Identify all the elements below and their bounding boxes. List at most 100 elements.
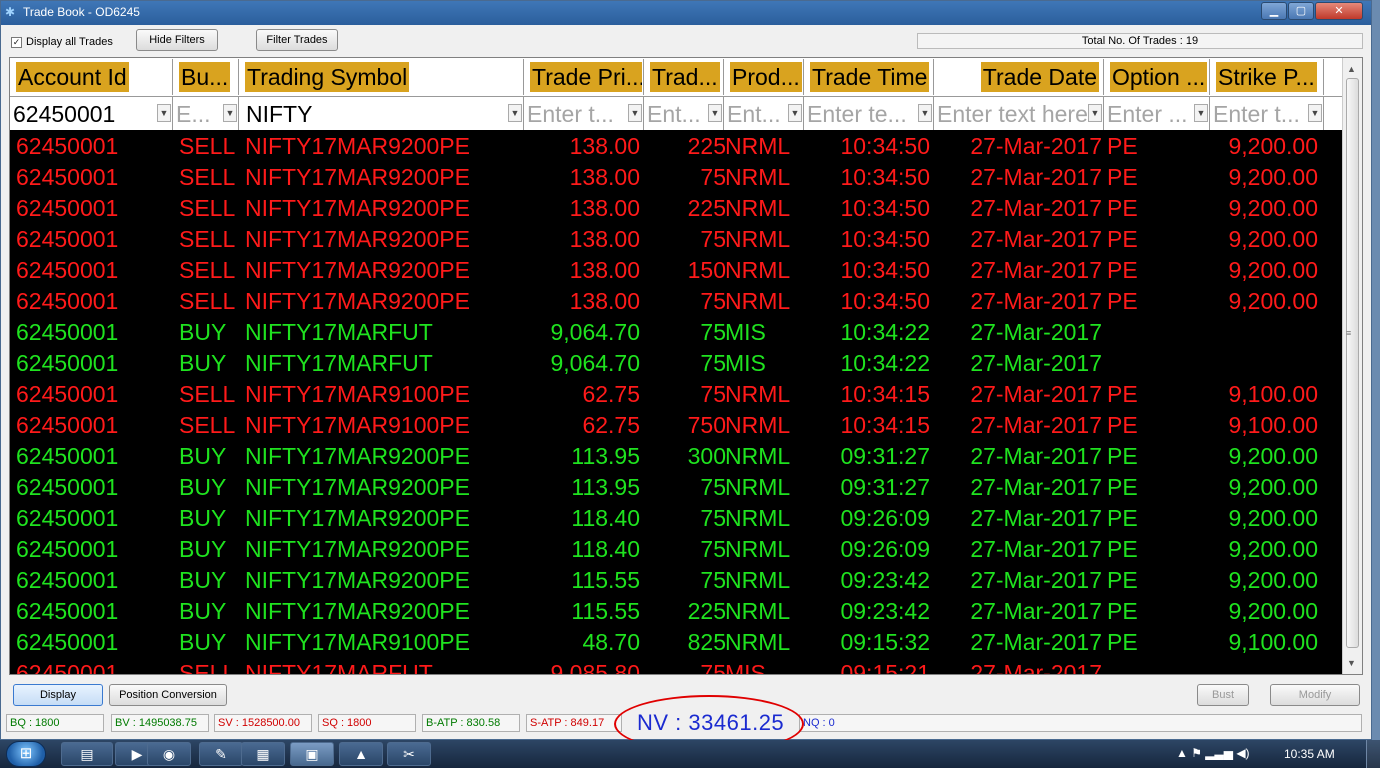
- system-tray[interactable]: ▲ ⚑ ▂▃▅ ◀): [1176, 746, 1250, 760]
- scroll-thumb[interactable]: [1346, 78, 1359, 648]
- column-header-time[interactable]: Trade Time: [804, 59, 934, 95]
- filter-funnel-icon[interactable]: ▼: [788, 104, 802, 122]
- table-row[interactable]: 62450001 SELL NIFTY17MAR9100PE 62.75 75 NRML 1…: [10, 379, 1342, 410]
- minimize-button[interactable]: ▁: [1261, 2, 1287, 20]
- show-desktop-button[interactable]: [1366, 740, 1380, 768]
- hide-filters-button[interactable]: Hide Filters: [136, 29, 218, 51]
- vertical-scrollbar[interactable]: ▲ ≡ ▼: [1342, 58, 1362, 674]
- table-row[interactable]: 62450001 BUY NIFTY17MAR9200PE 113.95 300 NRML…: [10, 441, 1342, 472]
- cell-symbol: NIFTY17MAR9200PE: [245, 567, 470, 593]
- filter-input-price[interactable]: Enter t...: [527, 99, 614, 129]
- column-header-qty[interactable]: Trad...: [644, 59, 724, 95]
- table-row[interactable]: 62450001 BUY NIFTY17MARFUT 9,064.70 75 MIS 10:…: [10, 317, 1342, 348]
- cell-side: SELL: [179, 412, 236, 438]
- filter-funnel-icon[interactable]: ▼: [223, 104, 237, 122]
- table-row[interactable]: 62450001 BUY NIFTY17MAR9200PE 113.95 75 NRML 0…: [10, 472, 1342, 503]
- table-row[interactable]: 62450001 SELL NIFTY17MAR9200PE 138.00 75 NRML…: [10, 224, 1342, 255]
- close-button[interactable]: ✕: [1315, 2, 1363, 20]
- cell-symbol: NIFTY17MAR9200PE: [245, 288, 470, 314]
- filter-cell-time[interactable]: Enter te... ▼: [804, 97, 934, 130]
- filter-cell-price[interactable]: Enter t... ▼: [524, 97, 644, 130]
- table-row[interactable]: 62450001 BUY NIFTY17MAR9200PE 115.55 225 NRML…: [10, 596, 1342, 627]
- triangle-app-icon[interactable]: ▲: [339, 742, 383, 766]
- excel-icon[interactable]: ▦: [241, 742, 285, 766]
- folder-icon[interactable]: ▤: [61, 742, 113, 766]
- filter-cell-product[interactable]: Ent... ▼: [724, 97, 804, 130]
- windows-start-icon[interactable]: ⊞: [6, 741, 46, 767]
- cell-date: 27-Mar-2017: [970, 412, 1102, 438]
- display-button[interactable]: Display: [13, 684, 103, 706]
- cell-price: 138.00: [569, 257, 640, 283]
- filter-funnel-icon[interactable]: ▼: [1308, 104, 1322, 122]
- column-header-date[interactable]: Trade Date: [934, 59, 1104, 95]
- filter-cell-qty[interactable]: Ent... ▼: [644, 97, 724, 130]
- column-header-strike[interactable]: Strike P...: [1210, 59, 1324, 95]
- cell-time: 09:26:09: [840, 505, 930, 531]
- table-row[interactable]: 62450001 BUY NIFTY17MARFUT 9,064.70 75 MIS 10:…: [10, 348, 1342, 379]
- table-row[interactable]: 62450001 SELL NIFTY17MAR9200PE 138.00 150 NRM…: [10, 255, 1342, 286]
- scroll-down-icon[interactable]: ▼: [1347, 658, 1356, 668]
- chrome-icon[interactable]: ◉: [147, 742, 191, 766]
- filter-cell-account[interactable]: 62450001 ▼: [10, 97, 173, 130]
- cell-time: 10:34:50: [840, 133, 930, 159]
- filter-funnel-icon[interactable]: ▼: [1088, 104, 1102, 122]
- clock[interactable]: 10:35 AM: [1284, 747, 1335, 761]
- column-header-account[interactable]: Account Id: [10, 59, 173, 95]
- cell-side: SELL: [179, 288, 236, 314]
- cell-strike: 9,200.00: [1228, 226, 1318, 252]
- scroll-up-icon[interactable]: ▲: [1347, 64, 1356, 74]
- column-header-label: Trad...: [650, 62, 720, 92]
- table-row[interactable]: 62450001 BUY NIFTY17MAR9200PE 115.55 75 NRML 0…: [10, 565, 1342, 596]
- maximize-button[interactable]: ▢: [1288, 2, 1314, 20]
- table-row[interactable]: 62450001 SELL NIFTY17MAR9200PE 138.00 225 NRM…: [10, 131, 1342, 162]
- table-row[interactable]: 62450001 SELL NIFTY17MAR9100PE 62.75 750 NRML…: [10, 410, 1342, 441]
- filter-funnel-icon[interactable]: ▼: [918, 104, 932, 122]
- filter-funnel-icon[interactable]: ▼: [1194, 104, 1208, 122]
- cell-time: 10:34:15: [840, 381, 930, 407]
- table-row[interactable]: 62450001 BUY NIFTY17MAR9100PE 48.70 825 NRML 0…: [10, 627, 1342, 658]
- cell-time: 10:34:50: [840, 288, 930, 314]
- filter-cell-strike[interactable]: Enter t... ▼: [1210, 97, 1324, 130]
- table-row[interactable]: 62450001 SELL NIFTY17MARFUT 9,085.80 75 MIS 09…: [10, 658, 1342, 675]
- filter-trades-button[interactable]: Filter Trades: [256, 29, 338, 51]
- filter-funnel-icon[interactable]: ▼: [508, 104, 522, 122]
- filter-cell-side[interactable]: E... ▼: [173, 97, 239, 130]
- filter-funnel-icon[interactable]: ▼: [628, 104, 642, 122]
- table-row[interactable]: 62450001 BUY NIFTY17MAR9200PE 118.40 75 NRML 0…: [10, 534, 1342, 565]
- filter-input-qty[interactable]: Ent...: [647, 99, 701, 129]
- cell-side: SELL: [179, 226, 236, 252]
- column-header-side[interactable]: Bu...: [173, 59, 239, 95]
- paint-icon[interactable]: ✎: [199, 742, 243, 766]
- filter-input-time[interactable]: Enter te...: [807, 99, 907, 129]
- snipping-tool-icon[interactable]: ✂: [387, 742, 431, 766]
- filter-input-side[interactable]: E...: [176, 99, 211, 129]
- filter-input-strike[interactable]: Enter t...: [1213, 99, 1300, 129]
- cell-account: 62450001: [16, 660, 119, 675]
- column-header-price[interactable]: Trade Pri...: [524, 59, 644, 95]
- table-row[interactable]: 62450001 SELL NIFTY17MAR9200PE 138.00 75 NRML…: [10, 162, 1342, 193]
- modify-button[interactable]: Modify: [1270, 684, 1360, 706]
- filter-cell-date[interactable]: Enter text here ▼: [934, 97, 1104, 130]
- cell-qty: 75: [700, 226, 726, 252]
- column-header-option[interactable]: Option ...: [1104, 59, 1210, 95]
- filter-input-account[interactable]: 62450001: [13, 99, 115, 129]
- filter-funnel-icon[interactable]: ▼: [157, 104, 171, 122]
- filter-input-product[interactable]: Ent...: [727, 99, 781, 129]
- column-header-product[interactable]: Prod...: [724, 59, 804, 95]
- cell-product: NRML: [725, 474, 791, 500]
- filter-input-date[interactable]: Enter text here: [937, 99, 1088, 129]
- position-conversion-button[interactable]: Position Conversion: [109, 684, 227, 706]
- filter-input-option[interactable]: Enter ...: [1107, 99, 1188, 129]
- filter-cell-symbol[interactable]: NIFTY ▼: [239, 97, 524, 130]
- filter-input-symbol[interactable]: NIFTY: [246, 99, 312, 129]
- column-header-symbol[interactable]: Trading Symbol: [239, 59, 524, 95]
- table-row[interactable]: 62450001 SELL NIFTY17MAR9200PE 138.00 75 NRML…: [10, 286, 1342, 317]
- trading-app-icon[interactable]: ▣: [290, 742, 334, 766]
- bust-button[interactable]: Bust: [1197, 684, 1249, 706]
- table-row[interactable]: 62450001 SELL NIFTY17MAR9200PE 138.00 225 NRM…: [10, 193, 1342, 224]
- cell-qty: 150: [687, 257, 726, 283]
- filter-funnel-icon[interactable]: ▼: [708, 104, 722, 122]
- filter-cell-option[interactable]: Enter ... ▼: [1104, 97, 1210, 130]
- display-all-checkbox[interactable]: ✓: [11, 37, 22, 48]
- table-row[interactable]: 62450001 BUY NIFTY17MAR9200PE 118.40 75 NRML 0…: [10, 503, 1342, 534]
